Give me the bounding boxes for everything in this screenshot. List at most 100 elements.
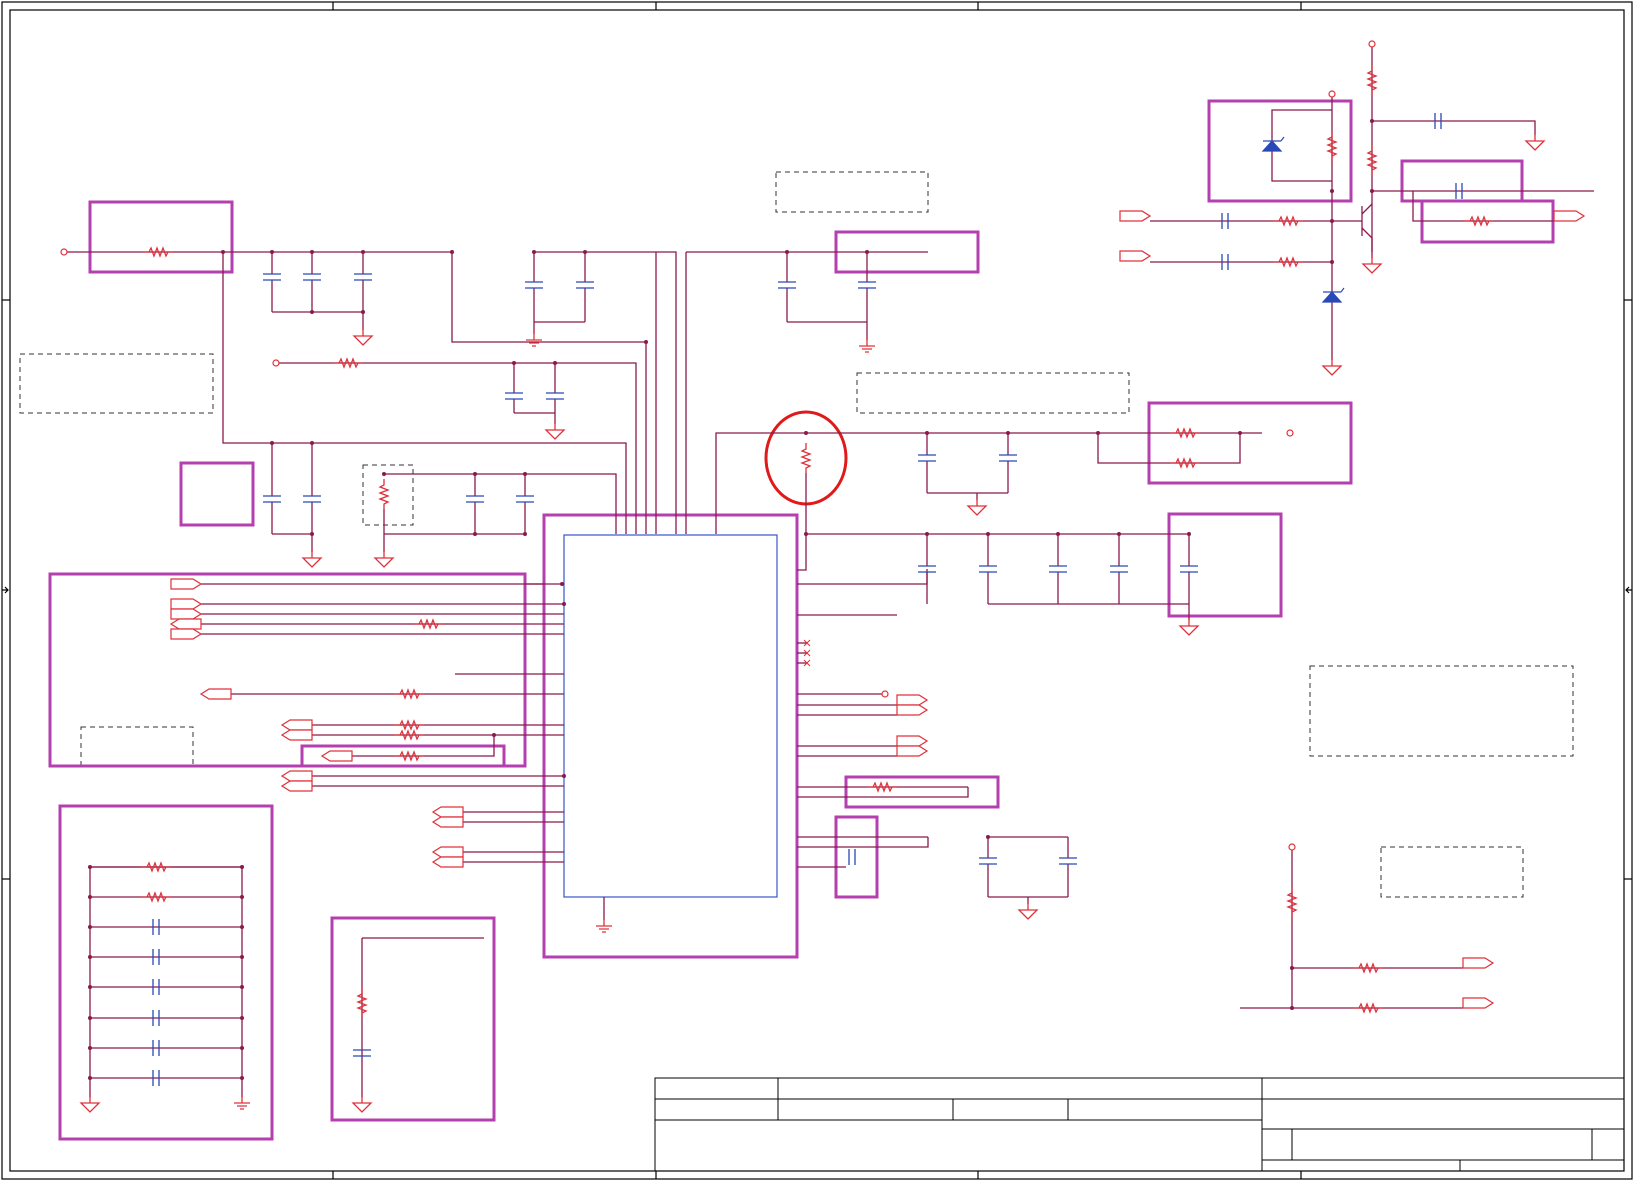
schematic-canvas	[1, 1, 1633, 1180]
port-flag-icon	[170, 598, 203, 610]
junction-dot	[560, 582, 564, 586]
ground-icon	[966, 498, 988, 516]
junction-dot	[986, 532, 990, 536]
junction-dot	[240, 955, 244, 959]
wire	[797, 837, 929, 848]
junction-dot	[1290, 966, 1294, 970]
junction-dot	[240, 925, 244, 929]
junction-dot	[310, 532, 314, 536]
junction-dot	[804, 431, 808, 435]
ground-icon	[544, 422, 566, 440]
junction-dot	[523, 532, 527, 536]
port-flag-icon	[896, 735, 929, 747]
transistor-icon	[1361, 203, 1373, 239]
resistor-icon	[143, 246, 173, 258]
port-flag-icon	[280, 780, 313, 792]
ground-icon	[1524, 133, 1546, 151]
capacitor-icon	[546, 392, 564, 400]
capacitor-icon	[1049, 565, 1067, 573]
resistor-icon	[1366, 145, 1378, 175]
junction-dot	[1330, 219, 1334, 223]
junction-dot	[1290, 1006, 1294, 1010]
capacitor-icon	[848, 849, 856, 865]
ground-icon	[351, 1095, 373, 1113]
ic-outline	[542, 513, 799, 959]
port-flag-icon	[431, 846, 464, 858]
capacitor-icon	[263, 273, 281, 281]
junction-dot	[221, 250, 225, 254]
junction-dot	[88, 865, 92, 869]
junction-dot	[1330, 260, 1334, 264]
port-flag-icon	[1119, 250, 1152, 262]
port-flag-icon	[1119, 210, 1152, 222]
capacitor-icon	[303, 495, 321, 503]
wire	[1097, 433, 1241, 464]
junction-dot	[310, 250, 314, 254]
capacitor-icon	[576, 281, 594, 289]
ground-icon	[859, 338, 875, 353]
components	[60, 40, 1586, 1113]
port-flag-icon	[896, 694, 929, 706]
junction-dot	[804, 532, 808, 536]
terminal-icon	[1286, 429, 1294, 437]
resistor-icon	[141, 891, 171, 903]
ground-icon	[301, 550, 323, 568]
junction-dot	[1330, 189, 1334, 193]
capacitor-icon	[525, 281, 543, 289]
resistor-icon	[1170, 457, 1200, 469]
port-flag-icon	[170, 608, 203, 620]
port-flag-icon	[1553, 210, 1586, 222]
port-flag-icon	[199, 688, 232, 700]
junction-dot	[1006, 431, 1010, 435]
terminal-icon	[1288, 843, 1296, 851]
capacitor-icon	[1180, 565, 1198, 573]
junction-dot	[240, 895, 244, 899]
port-flag-icon	[169, 618, 202, 630]
ground-icon	[373, 550, 395, 568]
junction-dot	[1370, 189, 1374, 193]
junction-dot	[88, 1046, 92, 1050]
ground-icon	[1178, 618, 1200, 636]
capacitor-icon	[918, 454, 936, 462]
wires	[64, 44, 1594, 1097]
title-block	[654, 1077, 1625, 1172]
port-flag-icon	[280, 729, 313, 741]
port-flag-icon	[431, 816, 464, 828]
capacitor-icon	[505, 392, 523, 400]
ground-icon	[234, 1095, 250, 1110]
junction-dot	[88, 895, 92, 899]
capacitor-icon	[979, 565, 997, 573]
terminal-icon	[60, 248, 68, 256]
port-flag-icon	[170, 578, 203, 590]
resistor-icon	[1286, 887, 1298, 917]
resistor-icon	[378, 479, 390, 509]
resistor-icon	[1353, 1002, 1383, 1014]
wire	[276, 362, 637, 534]
ground-icon	[352, 328, 374, 346]
junction-dot	[240, 1046, 244, 1050]
junction-dot	[1117, 532, 1121, 536]
junction-dot	[361, 310, 365, 314]
resistor-icon	[333, 357, 363, 369]
wire	[222, 252, 627, 534]
resistor-icon	[394, 719, 424, 731]
resistor-icon	[394, 688, 424, 700]
wire	[1372, 120, 1536, 135]
capacitor-icon	[858, 281, 876, 289]
junction-dot	[785, 250, 789, 254]
capacitor-icon	[516, 495, 534, 503]
resistor-icon	[356, 988, 368, 1018]
capacitor-icon	[354, 273, 372, 281]
capacitor-icon	[466, 495, 484, 503]
resistor-icon	[1464, 215, 1494, 227]
resistor-icon	[1326, 131, 1338, 161]
capacitor-icon	[263, 495, 281, 503]
junction-dot	[562, 602, 566, 606]
port-flag-icon	[431, 856, 464, 868]
terminal-icon	[1368, 40, 1376, 48]
junction-dot	[310, 441, 314, 445]
ground-icon	[1017, 902, 1039, 920]
junction-dot	[240, 1016, 244, 1020]
junction-dot	[1187, 532, 1191, 536]
junction-dot	[450, 250, 454, 254]
